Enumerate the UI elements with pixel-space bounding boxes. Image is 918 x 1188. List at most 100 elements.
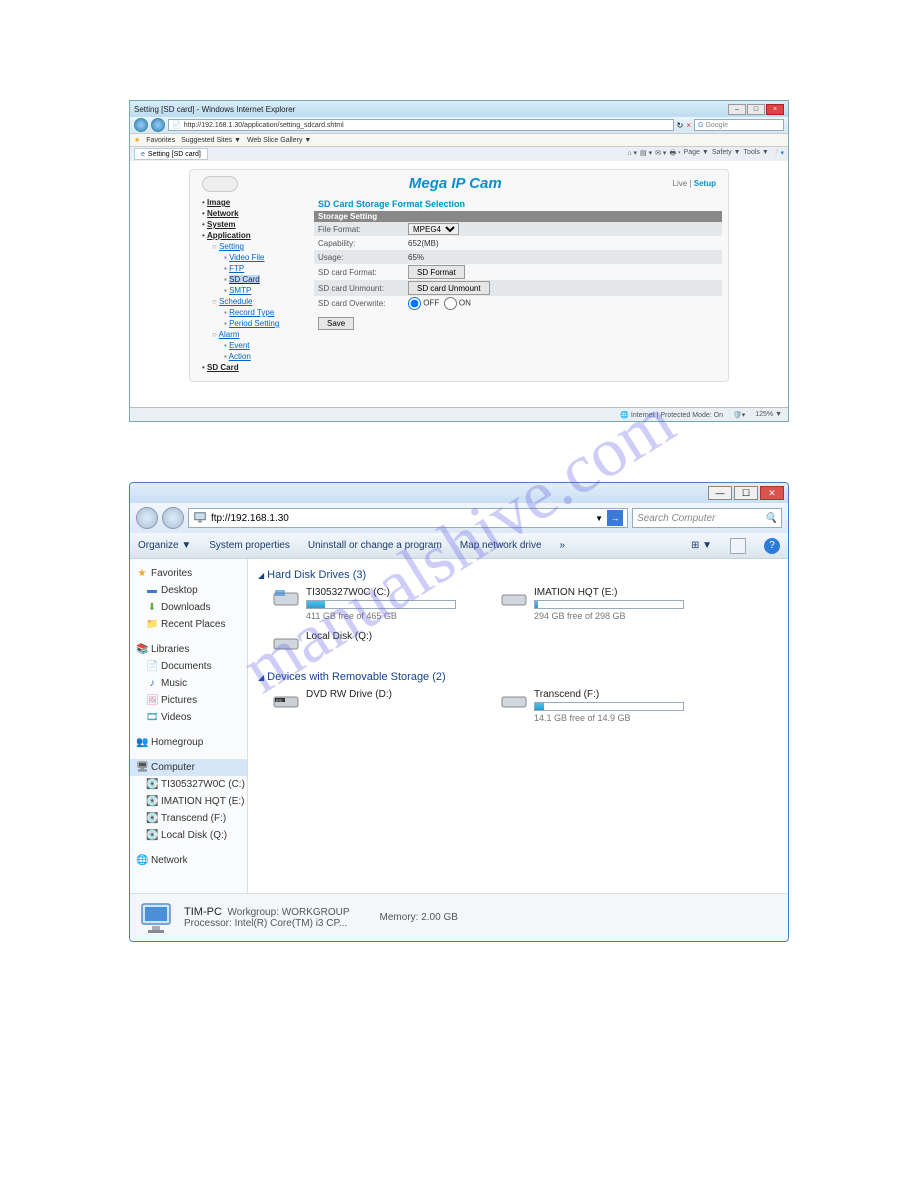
removable-list: DVD DVD RW Drive (D:) Transcend (F:) 14.… bbox=[258, 689, 778, 723]
home-icon[interactable]: ⌂ ▾ bbox=[627, 149, 637, 160]
side-documents[interactable]: 📄Documents bbox=[130, 658, 247, 675]
favorites-star-icon[interactable]: ★ bbox=[134, 136, 140, 144]
nav-periodsetting[interactable]: Period Setting bbox=[229, 319, 279, 328]
favlink-suggested[interactable]: Suggested Sites ▼ bbox=[181, 137, 241, 144]
safety-menu[interactable]: Safety ▼ bbox=[712, 149, 741, 160]
view-options-icon[interactable]: ⊞ ▼ bbox=[691, 540, 712, 551]
more-toolbar-button[interactable]: » bbox=[560, 540, 566, 551]
status-zone: Internet | Protected Mode: On bbox=[620, 411, 723, 419]
save-button[interactable]: Save bbox=[318, 317, 354, 330]
back-button[interactable] bbox=[134, 118, 148, 132]
protected-mode-icon: 🛡️▾ bbox=[733, 411, 745, 419]
hdd-section-header[interactable]: ◢Hard Disk Drives (3) bbox=[258, 565, 778, 587]
drive-item[interactable]: Transcend (F:) 14.1 GB free of 14.9 GB bbox=[500, 689, 710, 723]
address-bar[interactable]: 📄 http://192.168.1.30/application/settin… bbox=[168, 119, 674, 131]
nav-setting[interactable]: Setting bbox=[219, 242, 244, 251]
ie-window: Setting [SD card] - Windows Internet Exp… bbox=[129, 100, 789, 422]
side-downloads[interactable]: ⬇Downloads bbox=[130, 599, 247, 616]
nav-application[interactable]: Application bbox=[207, 231, 251, 240]
minimize-button[interactable]: – bbox=[728, 104, 746, 115]
exp-maximize-button[interactable]: ☐ bbox=[734, 486, 758, 500]
side-music[interactable]: ♪Music bbox=[130, 675, 247, 692]
search-box[interactable]: G Google bbox=[694, 119, 784, 131]
nav-action[interactable]: Action bbox=[229, 352, 251, 361]
go-button[interactable]: → bbox=[607, 510, 623, 526]
zoom-level[interactable]: 125% ▼ bbox=[755, 411, 782, 418]
sysprops-button[interactable]: System properties bbox=[209, 540, 290, 551]
side-recent[interactable]: 📁Recent Places bbox=[130, 616, 247, 633]
removable-section-header[interactable]: ◢Devices with Removable Storage (2) bbox=[258, 667, 778, 689]
side-network[interactable]: 🌐Network bbox=[130, 852, 247, 869]
nav-system[interactable]: System bbox=[207, 220, 235, 229]
nav-recordtype[interactable]: Record Type bbox=[229, 308, 274, 317]
setup-link[interactable]: Setup bbox=[694, 179, 716, 188]
side-drive-f[interactable]: 💽Transcend (F:) bbox=[130, 810, 247, 827]
exp-address-bar[interactable]: ftp://192.168.1.30 ▼ → bbox=[188, 508, 628, 528]
side-videos[interactable]: 🎞Videos bbox=[130, 709, 247, 726]
nav-network[interactable]: Network bbox=[207, 209, 239, 218]
overwrite-on-radio[interactable] bbox=[444, 297, 457, 310]
nav-schedule[interactable]: Schedule bbox=[219, 297, 252, 306]
uninstall-button[interactable]: Uninstall or change a program bbox=[308, 540, 442, 551]
side-drive-q[interactable]: 💽Local Disk (Q:) bbox=[130, 827, 247, 844]
nav-event[interactable]: Event bbox=[229, 341, 249, 350]
help-icon[interactable]: ? bbox=[764, 538, 780, 554]
side-drive-e[interactable]: 💽IMATION HQT (E:) bbox=[130, 793, 247, 810]
mapdrive-button[interactable]: Map network drive bbox=[460, 540, 542, 551]
live-link[interactable]: Live bbox=[673, 179, 688, 188]
side-drive-c[interactable]: 💽TI305327W0C (C:) bbox=[130, 776, 247, 793]
recent-icon: 📁 bbox=[146, 619, 158, 630]
stop-icon[interactable]: × bbox=[686, 121, 691, 130]
exp-forward-button[interactable] bbox=[162, 507, 184, 529]
explorer-titlebar: — ☐ ✕ bbox=[130, 483, 788, 503]
side-favorites[interactable]: ★Favorites bbox=[130, 565, 247, 582]
drive-free: 14.1 GB free of 14.9 GB bbox=[534, 713, 710, 723]
side-homegroup[interactable]: 👥Homegroup bbox=[130, 734, 247, 751]
address-dropdown-icon[interactable]: ▼ bbox=[595, 514, 603, 523]
tools-menu[interactable]: Tools ▼ bbox=[744, 149, 769, 160]
help-icon[interactable]: ❔▾ bbox=[772, 149, 784, 160]
nav-ftp[interactable]: FTP bbox=[229, 264, 244, 273]
nav-sdcard[interactable]: SD Card bbox=[229, 275, 260, 284]
browser-tab[interactable]: e Setting [SD card] bbox=[134, 148, 208, 160]
nav-image[interactable]: Image bbox=[207, 198, 230, 207]
explorer-window: — ☐ ✕ ftp://192.168.1.30 ▼ → Search Comp… bbox=[129, 482, 789, 942]
nav-alarm[interactable]: Alarm bbox=[219, 330, 240, 339]
mail-icon[interactable]: ✉ ▾ bbox=[655, 149, 666, 160]
network-icon: 🌐 bbox=[136, 855, 148, 866]
organize-menu[interactable]: Organize ▼ bbox=[138, 540, 191, 551]
drive-item[interactable]: DVD DVD RW Drive (D:) bbox=[272, 689, 482, 723]
forward-button[interactable] bbox=[151, 118, 165, 132]
exp-search-box[interactable]: Search Computer 🔍 bbox=[632, 508, 782, 528]
sdformat-button[interactable]: SD Format bbox=[408, 265, 465, 279]
print-icon[interactable]: 🖶 ▾ bbox=[669, 149, 680, 160]
exp-address-text: ftp://192.168.1.30 bbox=[211, 513, 289, 524]
side-pictures[interactable]: 🖼Pictures bbox=[130, 692, 247, 709]
side-libraries[interactable]: 📚Libraries bbox=[130, 641, 247, 658]
nav-sdcard-main[interactable]: SD Card bbox=[207, 363, 239, 372]
drive-item[interactable]: Local Disk (Q:) bbox=[272, 631, 482, 653]
fileformat-select[interactable]: MPEG4 bbox=[408, 223, 459, 235]
overwrite-off-radio[interactable] bbox=[408, 297, 421, 310]
overwrite-on-label: ON bbox=[459, 299, 471, 308]
preview-pane-icon[interactable] bbox=[730, 538, 746, 554]
drive-name: Transcend (F:) bbox=[534, 689, 710, 700]
sdunmount-button[interactable]: SD card Unmount bbox=[408, 281, 490, 295]
drive-item[interactable]: TI305327W0C (C:) 411 GB free of 465 GB bbox=[272, 587, 482, 621]
nav-smtp[interactable]: SMTP bbox=[229, 286, 251, 295]
ipcam-panel: Mega IP Cam Live | Setup Image Network S… bbox=[189, 169, 729, 382]
close-button[interactable]: × bbox=[766, 104, 784, 115]
exp-back-button[interactable] bbox=[136, 507, 158, 529]
feeds-icon[interactable]: ▤ ▾ bbox=[640, 149, 652, 160]
maximize-button[interactable]: □ bbox=[747, 104, 765, 115]
nav-videofile[interactable]: Video File bbox=[229, 253, 264, 262]
exp-close-button[interactable]: ✕ bbox=[760, 486, 784, 500]
exp-minimize-button[interactable]: — bbox=[708, 486, 732, 500]
overwrite-label: SD card Overwrite: bbox=[318, 299, 408, 308]
side-computer[interactable]: 🖥Computer bbox=[130, 759, 247, 776]
favlink-webslice[interactable]: Web Slice Gallery ▼ bbox=[247, 137, 311, 144]
refresh-icon[interactable]: ↻ bbox=[677, 121, 684, 130]
side-desktop[interactable]: ▬Desktop bbox=[130, 582, 247, 599]
drive-item[interactable]: IMATION HQT (E:) 294 GB free of 298 GB bbox=[500, 587, 710, 621]
page-menu[interactable]: Page ▼ bbox=[684, 149, 709, 160]
